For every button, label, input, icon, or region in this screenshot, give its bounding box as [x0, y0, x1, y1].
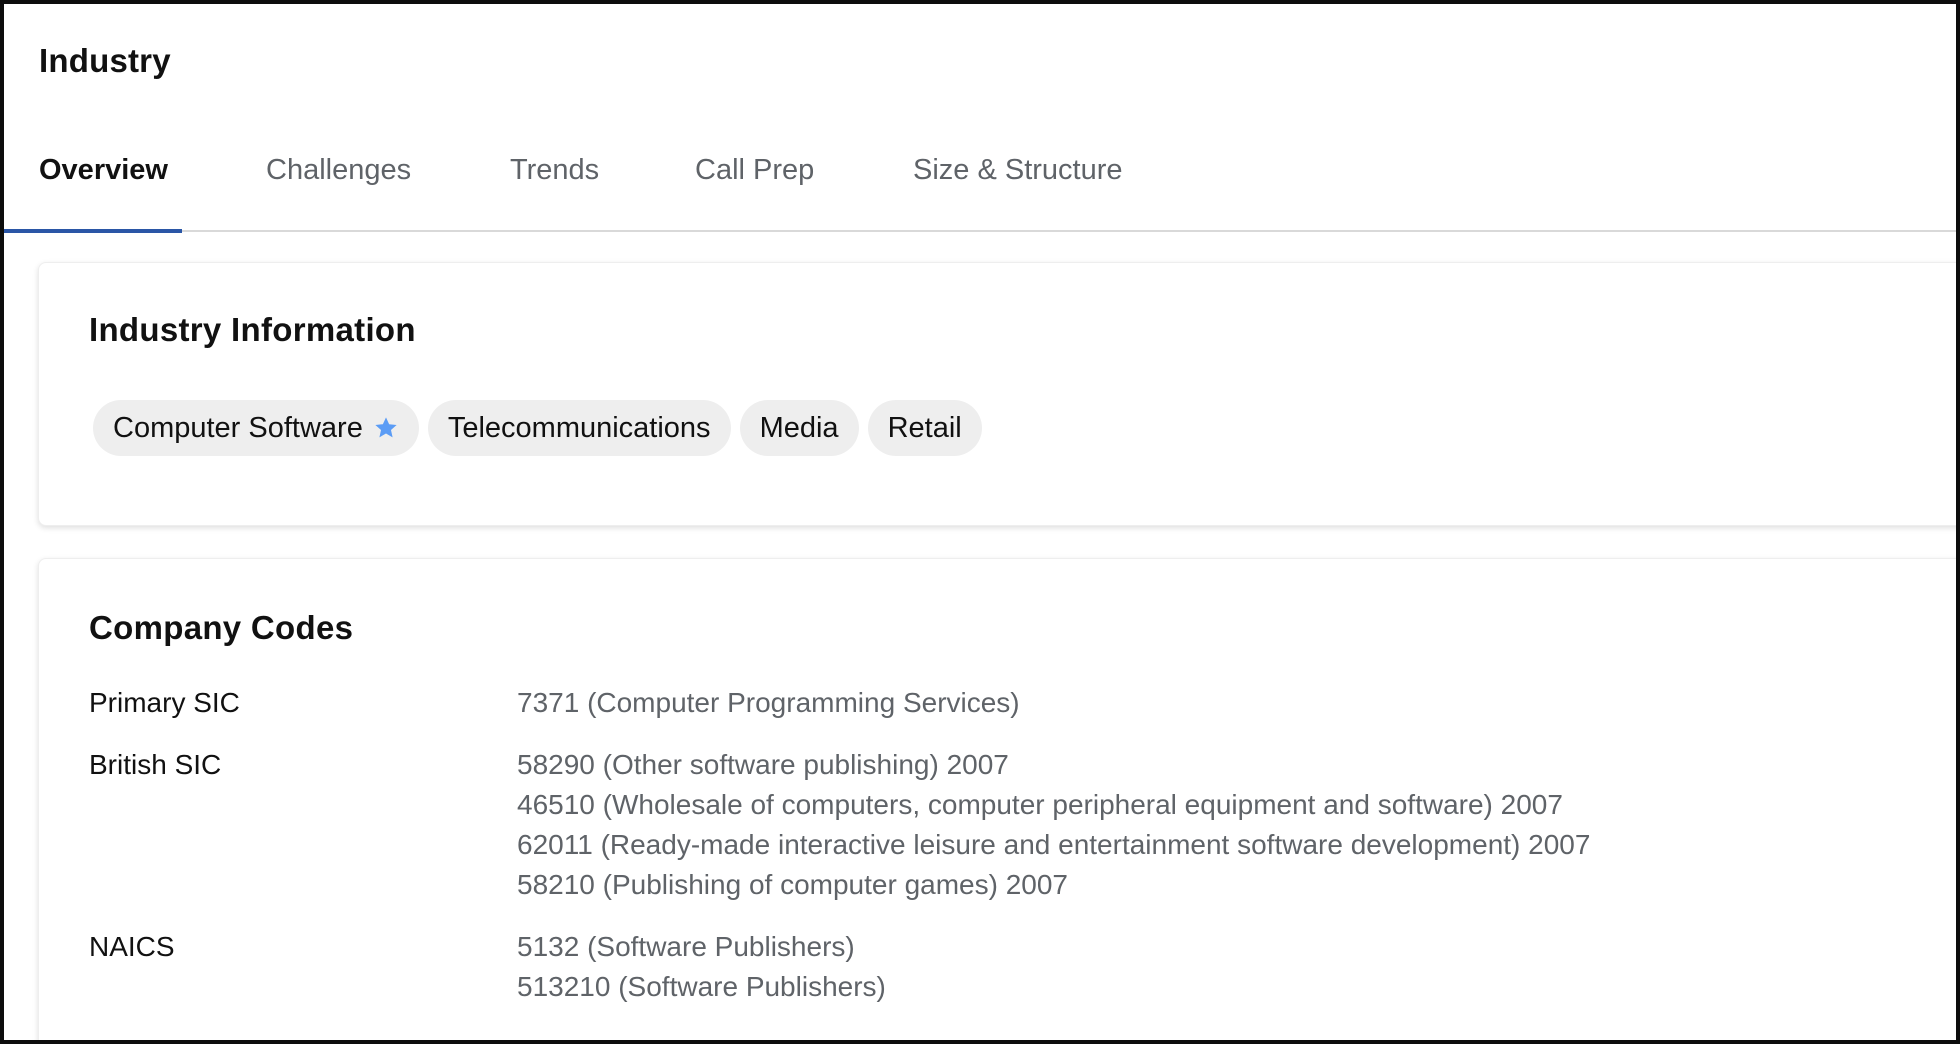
industry-information-card: Industry Information Computer Software T…	[38, 262, 1956, 526]
company-codes-card: Company Codes Primary SIC 7371 (Computer…	[38, 558, 1956, 1040]
star-icon	[373, 415, 399, 441]
active-tab-indicator	[4, 229, 182, 233]
code-value: 46510 (Wholesale of computers, computer …	[517, 789, 1563, 820]
tab-label: Trends	[510, 154, 600, 186]
tab-label: Challenges	[266, 154, 412, 186]
chip-label: Telecommunications	[447, 411, 711, 444]
code-label: Primary SIC	[89, 687, 240, 718]
code-row-primary-sic: Primary SIC 7371 (Computer Programming S…	[89, 683, 1789, 723]
industry-chip-media[interactable]: Media	[739, 400, 859, 456]
code-value: 58210 (Publishing of computer games) 200…	[517, 869, 1069, 900]
tab-label: Size & Structure	[913, 154, 1123, 186]
code-label: NAICS	[89, 931, 175, 962]
code-row-british-sic: British SIC 58290 (Other software publis…	[89, 745, 1789, 905]
code-value: 62011 (Ready-made interactive leisure an…	[517, 829, 1591, 860]
code-values: 7371 (Computer Programming Services)	[517, 683, 1020, 723]
chip-label: Computer Software	[113, 411, 363, 444]
code-row-naics: NAICS 5132 (Software Publishers) 513210 …	[89, 927, 1789, 1007]
tab-label: Call Prep	[695, 154, 815, 186]
card-title: Company Codes	[89, 609, 354, 646]
code-values: 5132 (Software Publishers) 513210 (Softw…	[517, 927, 886, 1007]
tab-label: Overview	[39, 154, 168, 186]
code-values: 58290 (Other software publishing) 2007 4…	[517, 745, 1590, 905]
industry-chip-telecommunications[interactable]: Telecommunications	[427, 400, 731, 456]
code-value: 58290 (Other software publishing) 2007	[517, 749, 1009, 780]
app-frame: Industry Overview Challenges Trends Call…	[0, 0, 1960, 1044]
industry-chip-computer-software[interactable]: Computer Software	[93, 400, 419, 456]
industry-chip-list: Computer Software Telecommunications Med…	[93, 400, 982, 456]
company-codes-list: Primary SIC 7371 (Computer Programming S…	[89, 683, 1789, 1029]
code-value: 5132 (Software Publishers)	[517, 931, 855, 962]
code-value: 7371 (Computer Programming Services)	[517, 687, 1020, 718]
industry-chip-retail[interactable]: Retail	[867, 400, 982, 456]
chip-label: Retail	[887, 411, 962, 444]
code-label: British SIC	[89, 749, 222, 780]
chip-label: Media	[759, 411, 839, 444]
card-title: Industry Information	[89, 311, 416, 348]
page-title: Industry	[39, 42, 171, 79]
code-value: 513210 (Software Publishers)	[517, 971, 886, 1002]
tab-bar: Overview Challenges Trends Call Prep Siz…	[4, 144, 1956, 233]
